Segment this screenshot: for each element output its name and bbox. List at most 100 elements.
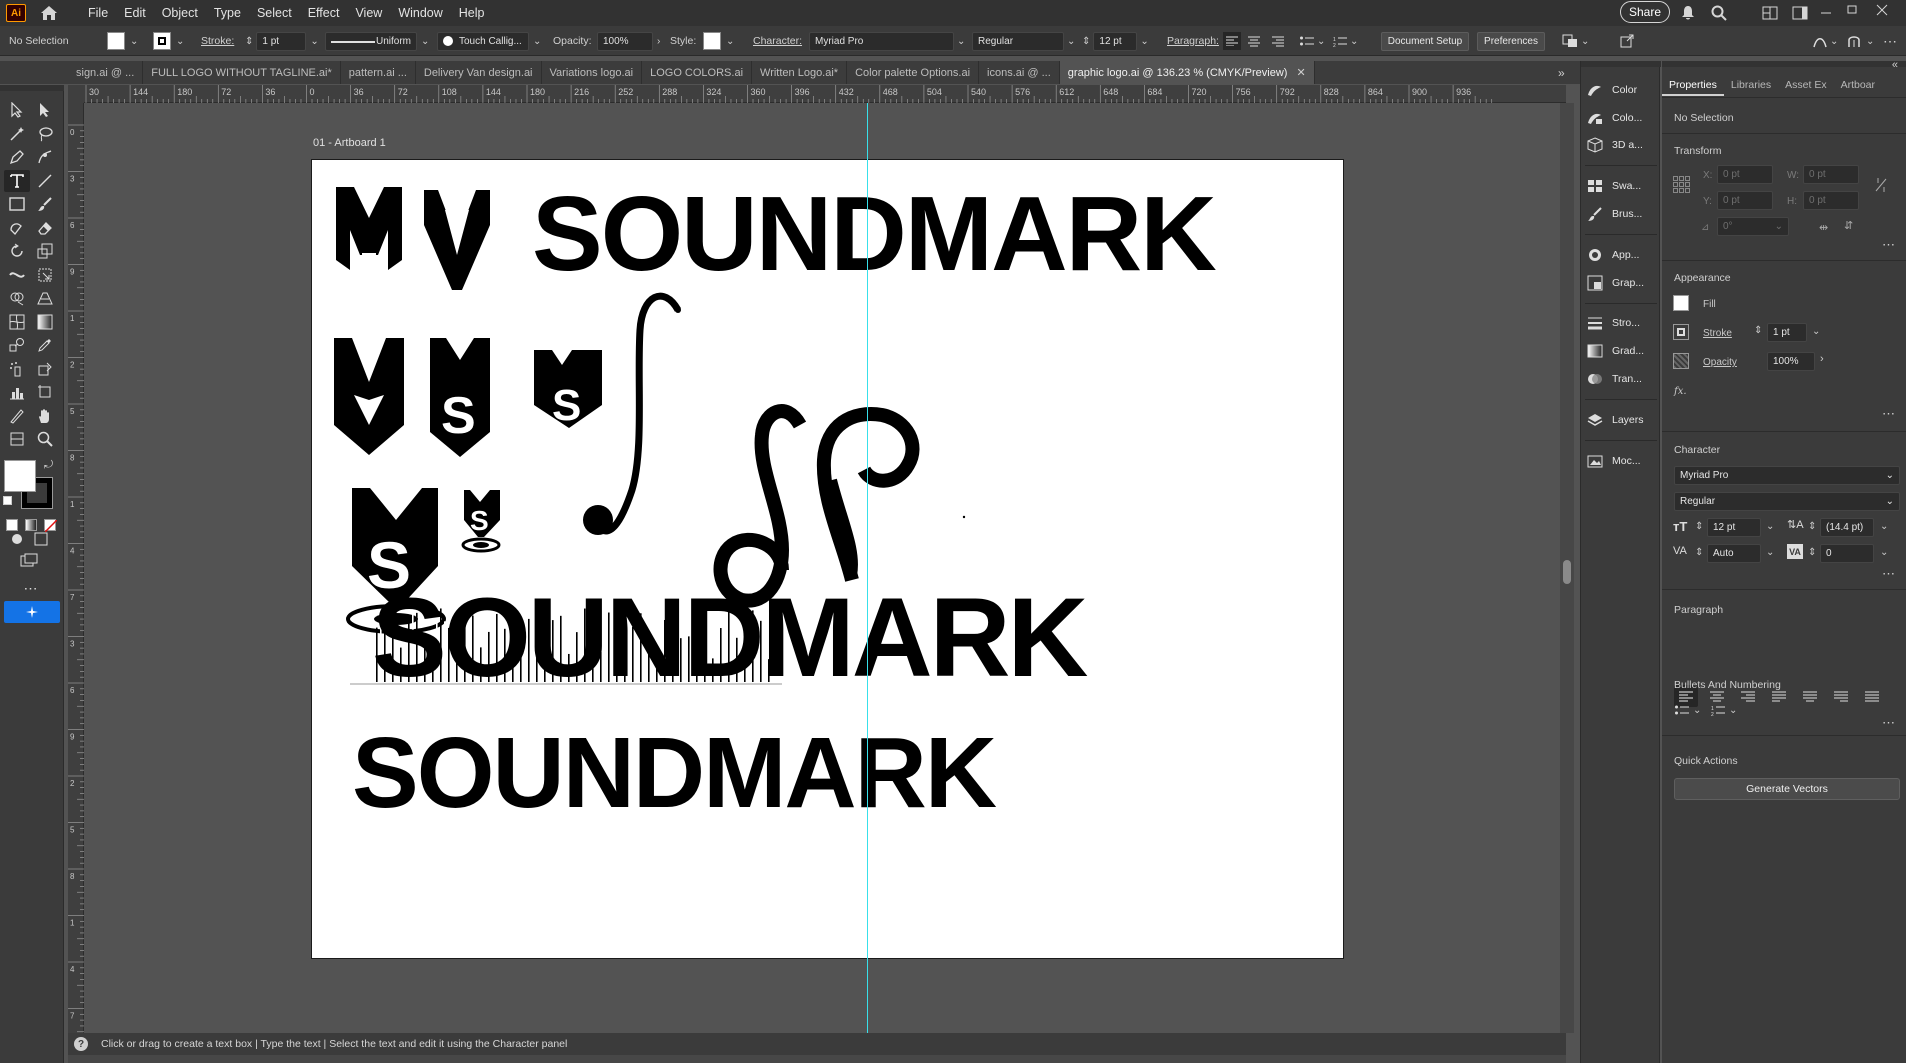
font-size-dropdown[interactable]: ⌄ bbox=[1766, 521, 1774, 532]
stroke-weight-field[interactable]: 1 pt bbox=[1767, 323, 1807, 342]
shape-builder-tool[interactable] bbox=[4, 287, 30, 309]
menu-select[interactable]: Select bbox=[249, 0, 300, 26]
font-family-dropdown[interactable]: Myriad Pro ⌄ bbox=[809, 26, 965, 56]
flip-vertical-icon[interactable]: ⇵ bbox=[1844, 219, 1853, 232]
vertical-ruler[interactable]: 03691258147369258147 bbox=[68, 103, 84, 1050]
tracking-field[interactable]: 0 bbox=[1820, 544, 1874, 563]
mesh-tool[interactable] bbox=[4, 311, 30, 333]
pin-s-small-icon[interactable]: S bbox=[461, 490, 501, 553]
bell-icon[interactable] bbox=[1678, 3, 1698, 23]
sp-monogram-icon[interactable] bbox=[713, 404, 966, 608]
opacity-swatch[interactable] bbox=[1673, 353, 1689, 369]
maximize-icon[interactable] bbox=[1842, 0, 1862, 20]
props-grip[interactable] bbox=[1662, 61, 1906, 67]
preferences-button[interactable]: Preferences bbox=[1477, 26, 1545, 56]
bullets-dropdown[interactable]: ⌄ bbox=[1675, 705, 1701, 716]
artboard[interactable]: S S S S SOUNDMARK SOUNDMARK SOUNDMARK bbox=[311, 159, 1344, 959]
font-size-stepper[interactable]: ⇕ bbox=[1695, 521, 1703, 532]
default-colors-icon[interactable] bbox=[3, 496, 12, 505]
tab-document[interactable]: FULL LOGO WITHOUT TAGLINE.ai* bbox=[143, 61, 341, 84]
fill-swatch[interactable]: ⌄ bbox=[107, 26, 138, 56]
width-tool[interactable] bbox=[4, 264, 30, 286]
dock-color-guide[interactable]: Colo... bbox=[1585, 106, 1657, 130]
tab-document[interactable]: sign.ai @ ... bbox=[68, 61, 144, 84]
f-hole-icon[interactable] bbox=[583, 292, 682, 535]
menu-edit[interactable]: Edit bbox=[116, 0, 154, 26]
align-center-button[interactable] bbox=[1248, 26, 1260, 56]
menu-effect[interactable]: Effect bbox=[300, 0, 348, 26]
leading-field[interactable]: (14.4 pt) bbox=[1820, 518, 1874, 537]
dock-stroke[interactable]: Stro... bbox=[1585, 311, 1657, 335]
horizontal-scrollbar[interactable] bbox=[68, 1055, 1566, 1063]
menu-view[interactable]: View bbox=[347, 0, 390, 26]
dock-mockup[interactable]: Moc... bbox=[1585, 449, 1657, 473]
graphic-style-dropdown[interactable]: ⌄ bbox=[703, 26, 734, 56]
leading-dropdown[interactable]: ⌄ bbox=[1880, 521, 1888, 532]
stroke-weight-stepper[interactable]: ⇕ 1 pt ⌄ bbox=[245, 26, 319, 56]
vertical-guide[interactable] bbox=[867, 103, 868, 1033]
dock-grip[interactable] bbox=[1581, 61, 1661, 67]
dock-transparency[interactable]: Tran... bbox=[1585, 367, 1657, 391]
tracking-dropdown[interactable]: ⌄ bbox=[1880, 547, 1888, 558]
stroke-swatch[interactable] bbox=[1673, 324, 1689, 340]
transform-more-icon[interactable]: ⋯ bbox=[1882, 237, 1896, 253]
paragraph-label[interactable]: Paragraph: bbox=[1167, 26, 1219, 56]
menu-file[interactable]: File bbox=[80, 0, 116, 26]
draw-behind-icon[interactable] bbox=[28, 528, 54, 550]
column-graph-tool[interactable] bbox=[4, 381, 30, 403]
path-icon[interactable]: ⌄ bbox=[1813, 26, 1838, 56]
x-field[interactable]: 0 pt bbox=[1717, 165, 1773, 184]
soundmark-wordmark-1[interactable]: SOUNDMARK bbox=[532, 181, 1217, 287]
align-left-button[interactable] bbox=[1223, 26, 1241, 56]
document-setup-button[interactable]: Document Setup bbox=[1381, 26, 1469, 56]
numbering-dropdown[interactable]: 1 2 ⌄ bbox=[1333, 26, 1358, 56]
leading-stepper[interactable]: ⇕ bbox=[1808, 521, 1816, 532]
fill-swatch[interactable] bbox=[1673, 295, 1689, 311]
workspace-switcher-icon[interactable] bbox=[1790, 3, 1810, 23]
justify-all-button[interactable] bbox=[1860, 685, 1884, 707]
dock-graphic-styles[interactable]: Grap... bbox=[1585, 271, 1657, 295]
font-style-dropdown[interactable]: Regular ⌄ bbox=[972, 26, 1075, 56]
character-more-icon[interactable]: ⋯ bbox=[1882, 566, 1896, 582]
constrain-proportions-icon[interactable] bbox=[1874, 177, 1888, 196]
reference-point-icon[interactable] bbox=[1673, 176, 1691, 197]
draw-normal-icon[interactable] bbox=[4, 528, 30, 550]
control-bar-more-icon[interactable]: ⋯ bbox=[1883, 26, 1898, 56]
toolbar-grip[interactable] bbox=[0, 85, 64, 91]
screen-mode-icon[interactable] bbox=[16, 549, 42, 571]
hand-tool[interactable] bbox=[32, 405, 58, 427]
font-size-field[interactable]: 12 pt bbox=[1093, 31, 1138, 51]
ruler-origin[interactable] bbox=[68, 85, 84, 103]
tab-document[interactable]: Delivery Van design.ai bbox=[416, 61, 542, 84]
free-transform-tool[interactable] bbox=[32, 264, 58, 286]
font-style-field[interactable]: Regular bbox=[972, 31, 1064, 51]
tab-overflow-icon[interactable]: » bbox=[1558, 66, 1565, 80]
stroke-weight-dropdown[interactable]: ⌄ bbox=[1812, 326, 1820, 337]
artboard-label[interactable]: 01 - Artboard 1 bbox=[313, 137, 386, 149]
close-window-icon[interactable] bbox=[1872, 0, 1892, 20]
tab-document-active[interactable]: graphic logo.ai @ 136.23 % (CMYK/Preview… bbox=[1059, 61, 1315, 84]
perspective-grid-tool[interactable] bbox=[32, 287, 58, 309]
character-label[interactable]: Character: bbox=[753, 26, 802, 56]
tab-document[interactable]: Written Logo.ai* bbox=[752, 61, 848, 84]
tracking-stepper[interactable]: ⇕ bbox=[1808, 547, 1816, 558]
slice-tool[interactable] bbox=[4, 405, 30, 427]
font-family-field[interactable]: Myriad Pro bbox=[809, 31, 954, 51]
opacity-label[interactable]: Opacity bbox=[1703, 357, 1737, 368]
magic-wand-tool[interactable] bbox=[4, 123, 30, 145]
shaper-tool[interactable] bbox=[4, 217, 30, 239]
stroke-swatch[interactable]: ⌄ bbox=[153, 26, 184, 56]
selection-tool[interactable] bbox=[4, 99, 30, 121]
banner-s-icon[interactable]: S bbox=[534, 350, 602, 430]
stroke-label[interactable]: Stroke bbox=[1703, 328, 1732, 339]
vertical-scrollbar-thumb[interactable] bbox=[1563, 560, 1571, 584]
line-tool[interactable] bbox=[32, 170, 58, 192]
align-right-button[interactable] bbox=[1272, 26, 1284, 56]
justify-right-button[interactable] bbox=[1829, 685, 1853, 707]
dock-swatches[interactable]: Swa... bbox=[1585, 174, 1657, 198]
shape-builder-icon[interactable]: ⌄ bbox=[1847, 26, 1874, 56]
eraser-tool[interactable] bbox=[32, 217, 58, 239]
live-paint-tool[interactable] bbox=[32, 358, 58, 380]
stroke-label[interactable]: Stroke: bbox=[201, 26, 234, 56]
soundmark-wordmark-2[interactable]: SOUNDMARK bbox=[372, 582, 1088, 694]
